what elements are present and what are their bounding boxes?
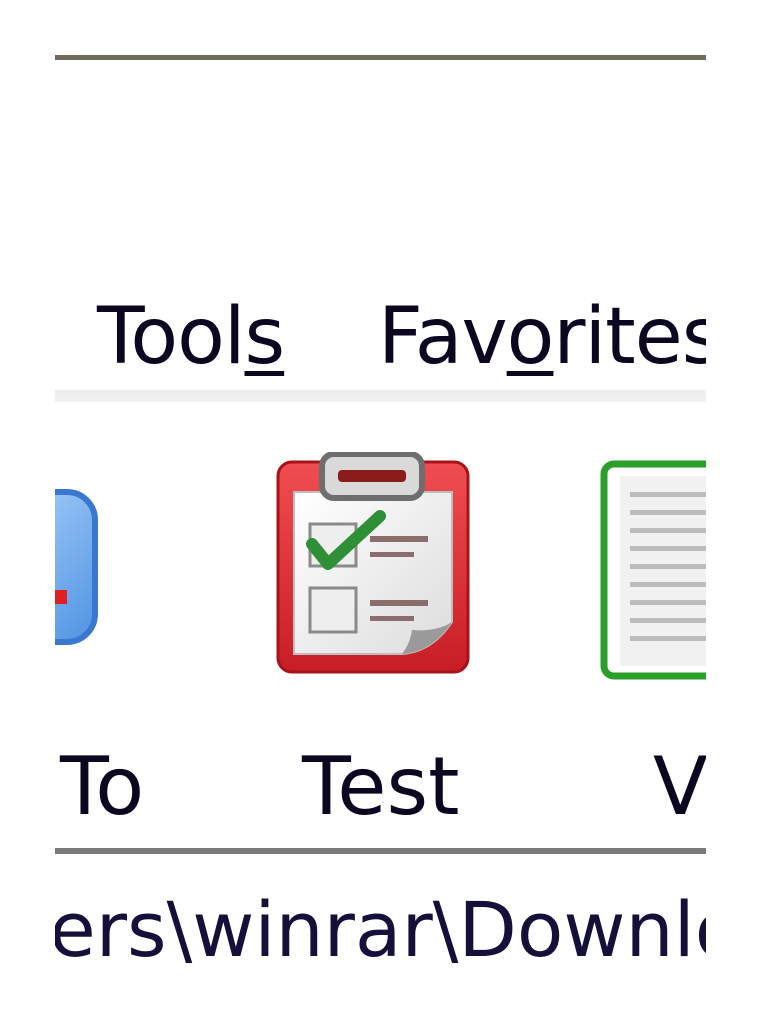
view-document-icon <box>600 460 706 680</box>
toolbar: To Test V <box>55 402 706 842</box>
toolbar-test-label: Test <box>302 740 460 833</box>
title-separator <box>55 55 706 60</box>
menu-tools[interactable]: Tools <box>97 292 286 382</box>
menu-favorites-label-end: rites <box>553 292 706 382</box>
toolbar-button-test[interactable]: Test <box>267 452 470 832</box>
toolbar-separator <box>55 848 706 854</box>
menu-tools-accelerator: s <box>244 292 286 382</box>
address-bar-path[interactable]: ers\winrar\Downlo <box>55 885 706 975</box>
toolbar-button-repair[interactable]: To <box>55 452 145 832</box>
menu-tools-label: Tool <box>97 292 246 382</box>
toolbar-view-label: V <box>653 740 706 833</box>
menu-favorites[interactable]: Favorites <box>378 292 706 382</box>
test-clipboard-icon <box>276 452 470 674</box>
toolbar-button-view[interactable]: V <box>598 452 706 832</box>
menu-bar: Tools Favorites <box>55 280 706 390</box>
menu-favorites-accelerator: o <box>506 292 555 382</box>
explorer-window-crop: Tools Favorites To Test V ers\winrar\Dow… <box>55 0 706 1013</box>
repair-icon <box>55 489 98 645</box>
menu-separator <box>55 390 706 402</box>
menu-favorites-label-start: Fav <box>378 292 508 382</box>
toolbar-repair-label: To <box>60 740 145 833</box>
